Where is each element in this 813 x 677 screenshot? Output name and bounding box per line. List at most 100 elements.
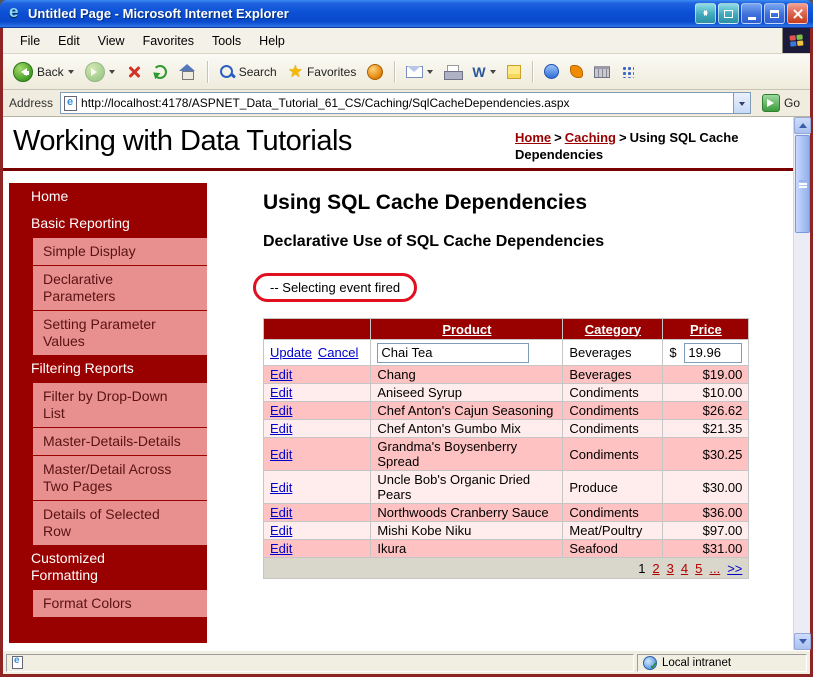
edit-link[interactable]: Edit: [270, 505, 292, 520]
edit-with-word-button[interactable]: [468, 62, 499, 82]
table-row: Edit Mishi Kobe Niku Meat/Poultry $97.00: [262, 521, 750, 540]
sidebar-item-partial[interactable]: [19, 617, 207, 643]
pager-ellipsis-link[interactable]: ...: [709, 561, 720, 576]
mail-dropdown-icon[interactable]: [427, 70, 434, 77]
menu-tools[interactable]: Tools: [203, 30, 250, 52]
forward-dropdown-icon[interactable]: [108, 70, 115, 77]
breadcrumb-separator: >: [554, 130, 562, 145]
header-empty-cell: [262, 318, 372, 340]
selecting-event-annotation: -- Selecting event fired: [253, 273, 418, 302]
security-zone-label: Local intranet: [662, 656, 732, 669]
menu-file[interactable]: File: [11, 30, 49, 52]
sidebar-item-basic-reporting[interactable]: Basic Reporting: [19, 210, 207, 237]
sidebar-item-details-of-selected-row[interactable]: Details of Selected Row: [33, 501, 207, 545]
edit-link[interactable]: Edit: [270, 403, 292, 418]
messenger-button[interactable]: [540, 62, 563, 81]
titlebar-extra-button-1[interactable]: [695, 3, 716, 24]
sidebar-item-declarative-parameters[interactable]: Declarative Parameters: [33, 266, 207, 310]
sidebar-item-master-detail-two-pages[interactable]: Master/Detail Across Two Pages: [33, 456, 207, 500]
home-button[interactable]: [174, 62, 200, 81]
building-icon: [593, 65, 610, 78]
edit-link[interactable]: Edit: [270, 480, 292, 495]
favorites-button[interactable]: ★ Favorites: [284, 62, 361, 82]
category-cell: Meat/Poultry: [562, 521, 664, 540]
pager-page-4-link[interactable]: 4: [681, 561, 688, 576]
toolbar-custom-button-1[interactable]: [566, 63, 587, 80]
product-cell: Chef Anton's Cajun Seasoning: [370, 401, 564, 420]
back-button[interactable]: Back: [9, 60, 78, 84]
pager-current-page: 1: [638, 560, 646, 576]
menu-view[interactable]: View: [89, 30, 134, 52]
price-edit-input[interactable]: [684, 342, 743, 363]
table-row: Edit Uncle Bob's Organic Dried Pears Pro…: [262, 470, 750, 504]
sort-price-link[interactable]: Price: [690, 322, 722, 337]
scroll-up-button[interactable]: [794, 117, 811, 134]
close-button[interactable]: [787, 3, 808, 24]
edit-link[interactable]: Edit: [270, 541, 292, 556]
category-cell: Seafood: [562, 539, 664, 558]
menu-edit[interactable]: Edit: [49, 30, 89, 52]
category-cell: Condiments: [562, 437, 664, 471]
toolbar-custom-button-3[interactable]: [617, 63, 638, 80]
toolbar-custom-button-2[interactable]: [590, 64, 614, 80]
sidebar-item-filtering-reports[interactable]: Filtering Reports: [19, 355, 207, 382]
sidebar-item-simple-display[interactable]: Simple Display: [33, 238, 207, 265]
edit-link[interactable]: Edit: [270, 367, 292, 382]
scrollbar-thumb[interactable]: [795, 135, 810, 233]
sidebar-item-home[interactable]: Home: [19, 183, 207, 210]
breadcrumb-home-link[interactable]: Home: [515, 130, 551, 145]
breadcrumb-caching-link[interactable]: Caching: [565, 130, 616, 145]
refresh-button[interactable]: [149, 63, 171, 81]
price-cell: $97.00: [662, 521, 750, 540]
titlebar-extra-button-2[interactable]: [718, 3, 739, 24]
category-cell: Condiments: [562, 503, 664, 522]
go-label: Go: [783, 96, 800, 110]
table-edit-row: Update Cancel Beverages $: [262, 339, 750, 366]
pager-page-2-link[interactable]: 2: [652, 561, 659, 576]
search-button[interactable]: Search: [215, 62, 281, 82]
print-button[interactable]: [440, 63, 465, 81]
back-dropdown-icon[interactable]: [67, 70, 74, 77]
address-url[interactable]: http://localhost:4178/ASPNET_Data_Tutori…: [81, 96, 733, 110]
maximize-button[interactable]: [764, 3, 785, 24]
edit-link[interactable]: Edit: [270, 385, 292, 400]
address-label: Address: [9, 96, 54, 110]
forward-button[interactable]: [81, 60, 119, 84]
sidebar-item-filter-by-drop-down-list[interactable]: Filter by Drop-Down List: [33, 383, 207, 427]
sort-product-link[interactable]: Product: [442, 322, 491, 337]
edit-link[interactable]: Edit: [270, 523, 292, 538]
sidebar-item-setting-parameter-values[interactable]: Setting Parameter Values: [33, 311, 207, 355]
pager-page-3-link[interactable]: 3: [667, 561, 674, 576]
word-dropdown-icon[interactable]: [489, 70, 496, 77]
pager-next-link[interactable]: >>: [727, 561, 742, 576]
sidebar-item-customized-formatting[interactable]: Customized Formatting: [19, 545, 207, 589]
intranet-globe-icon: [643, 655, 658, 672]
product-cell: Mishi Kobe Niku: [370, 521, 564, 540]
menu-favorites[interactable]: Favorites: [134, 30, 203, 52]
sidebar-item-format-colors[interactable]: Format Colors: [33, 590, 207, 617]
edit-link[interactable]: Edit: [270, 421, 292, 436]
browser-window: Untitled Page - Microsoft Internet Explo…: [0, 0, 813, 677]
mail-button[interactable]: [402, 64, 437, 80]
address-field[interactable]: http://localhost:4178/ASPNET_Data_Tutori…: [60, 92, 751, 114]
discuss-button[interactable]: [503, 63, 525, 81]
product-cell: Grandma's Boysenberry Spread: [370, 437, 564, 471]
table-row: Edit Grandma's Boysenberry Spread Condim…: [262, 437, 750, 471]
scroll-down-button[interactable]: [794, 633, 811, 650]
media-button[interactable]: [363, 62, 387, 82]
header-price: Price: [662, 318, 750, 340]
product-edit-input[interactable]: [377, 342, 530, 363]
edit-link[interactable]: Edit: [270, 447, 292, 462]
menu-help[interactable]: Help: [250, 30, 294, 52]
stop-button[interactable]: [122, 62, 146, 82]
cancel-link[interactable]: Cancel: [318, 345, 358, 360]
minimize-button[interactable]: [741, 3, 762, 24]
sort-category-link[interactable]: Category: [585, 322, 641, 337]
vertical-scrollbar[interactable]: [793, 117, 811, 650]
update-link[interactable]: Update: [270, 345, 312, 360]
windows-flag-icon: [788, 33, 804, 47]
pager-page-5-link[interactable]: 5: [695, 561, 702, 576]
go-button[interactable]: Go: [758, 93, 804, 113]
sidebar-item-master-details-details[interactable]: Master-Details-Details: [33, 428, 207, 455]
address-dropdown-button[interactable]: [732, 93, 750, 113]
